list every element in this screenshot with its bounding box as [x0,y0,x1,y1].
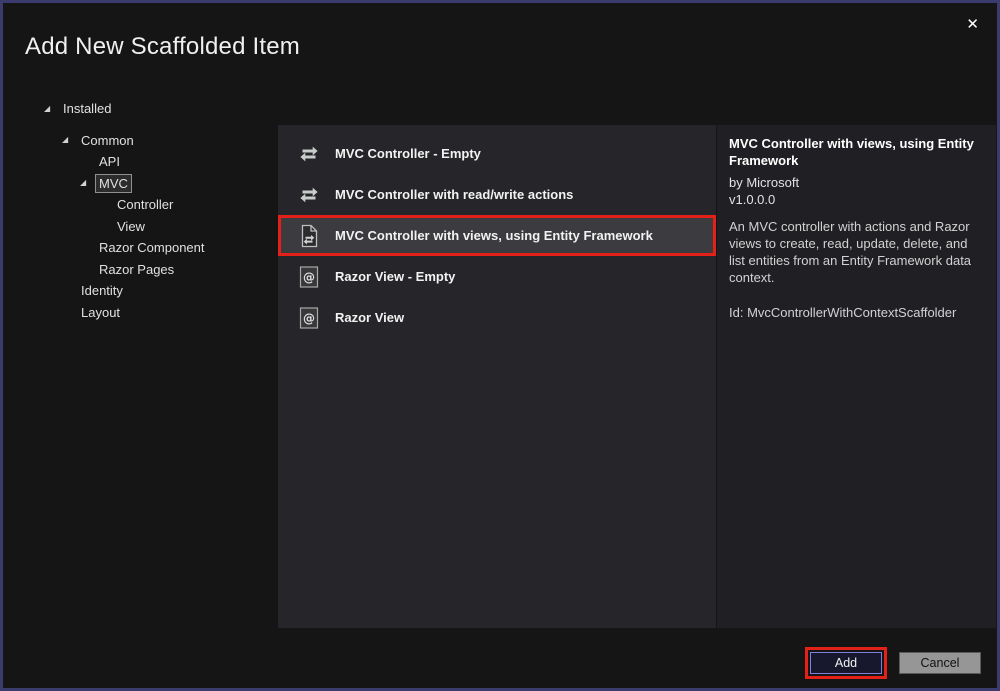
template-item-mvc-controller-with-views-using-entity-framework[interactable]: MVC Controller with views, using Entity … [278,215,716,256]
cancel-button[interactable]: Cancel [899,652,981,674]
tree-item-view[interactable]: View [20,216,278,238]
tree-item-label: Layout [77,303,124,322]
razor-view-icon: @ [296,305,322,331]
template-item-label: Razor View - Empty [335,269,455,284]
tree-item-label: Controller [113,195,177,214]
tree-item-mvc[interactable]: ◢MVC [20,173,278,195]
tree-item-label: Common [77,131,138,150]
tree-item-layout[interactable]: Layout [20,302,278,324]
template-item-mvc-controller-empty[interactable]: MVC Controller - Empty [278,133,716,174]
tree-item-label: Identity [77,281,127,300]
close-icon[interactable]: ✕ [962,13,983,36]
category-tree: ◢Installed◢CommonAPI◢MVCControllerViewRa… [20,90,278,628]
tree-item-label: Installed [59,99,115,118]
mvc-controller-icon [296,141,322,167]
details-title: MVC Controller with views, using Entity … [729,135,982,169]
tree-item-label: Razor Pages [95,260,178,279]
expander-icon[interactable]: ◢ [44,105,59,113]
tree-item-razor-component[interactable]: Razor Component [20,237,278,259]
tree-item-label: MVC [95,174,132,193]
details-author: by Microsoft [729,174,982,191]
tree-item-label: API [95,152,124,171]
details-panel: MVC Controller with views, using Entity … [717,125,996,628]
details-description: An MVC controller with actions and Razor… [729,218,982,286]
dialog-content: ◢Installed◢CommonAPI◢MVCControllerViewRa… [3,90,997,628]
mvc-controller-icon [296,182,322,208]
add-scaffolded-item-dialog: Add New Scaffolded Item ✕ ◢Installed◢Com… [0,0,1000,691]
svg-text:@: @ [303,311,315,325]
tree-item-identity[interactable]: Identity [20,280,278,302]
dialog-titlebar: Add New Scaffolded Item ✕ [3,3,997,90]
razor-view-icon: @ [296,264,322,290]
template-item-razor-view-empty[interactable]: @ Razor View - Empty [278,256,716,297]
mvc-controller-ef-icon [296,223,322,249]
add-button-annotation: Add [805,647,887,679]
tree-item-razor-pages[interactable]: Razor Pages [20,259,278,281]
svg-text:@: @ [303,270,315,284]
expander-icon[interactable]: ◢ [62,136,77,144]
tree-item-common[interactable]: ◢Common [20,130,278,152]
template-item-label: MVC Controller - Empty [335,146,481,161]
template-item-label: MVC Controller with views, using Entity … [335,228,653,243]
tree-item-label: Razor Component [95,238,209,257]
template-item-razor-view[interactable]: @ Razor View [278,297,716,338]
tree-item-controller[interactable]: Controller [20,194,278,216]
tree-item-installed[interactable]: ◢Installed [20,98,278,120]
template-item-mvc-controller-with-read-write-actions[interactable]: MVC Controller with read/write actions [278,174,716,215]
tree-item-api[interactable]: API [20,151,278,173]
add-button[interactable]: Add [810,652,882,674]
template-list: MVC Controller - Empty MVC Controller wit… [278,125,716,628]
details-version: v1.0.0.0 [729,191,982,208]
template-item-label: Razor View [335,310,404,325]
dialog-title: Add New Scaffolded Item [25,33,997,61]
dialog-footer: Add Cancel [3,628,997,688]
template-item-label: MVC Controller with read/write actions [335,187,573,202]
tree-item-label: View [113,217,149,236]
expander-icon[interactable]: ◢ [80,179,95,187]
details-id: Id: MvcControllerWithContextScaffolder [729,304,982,321]
